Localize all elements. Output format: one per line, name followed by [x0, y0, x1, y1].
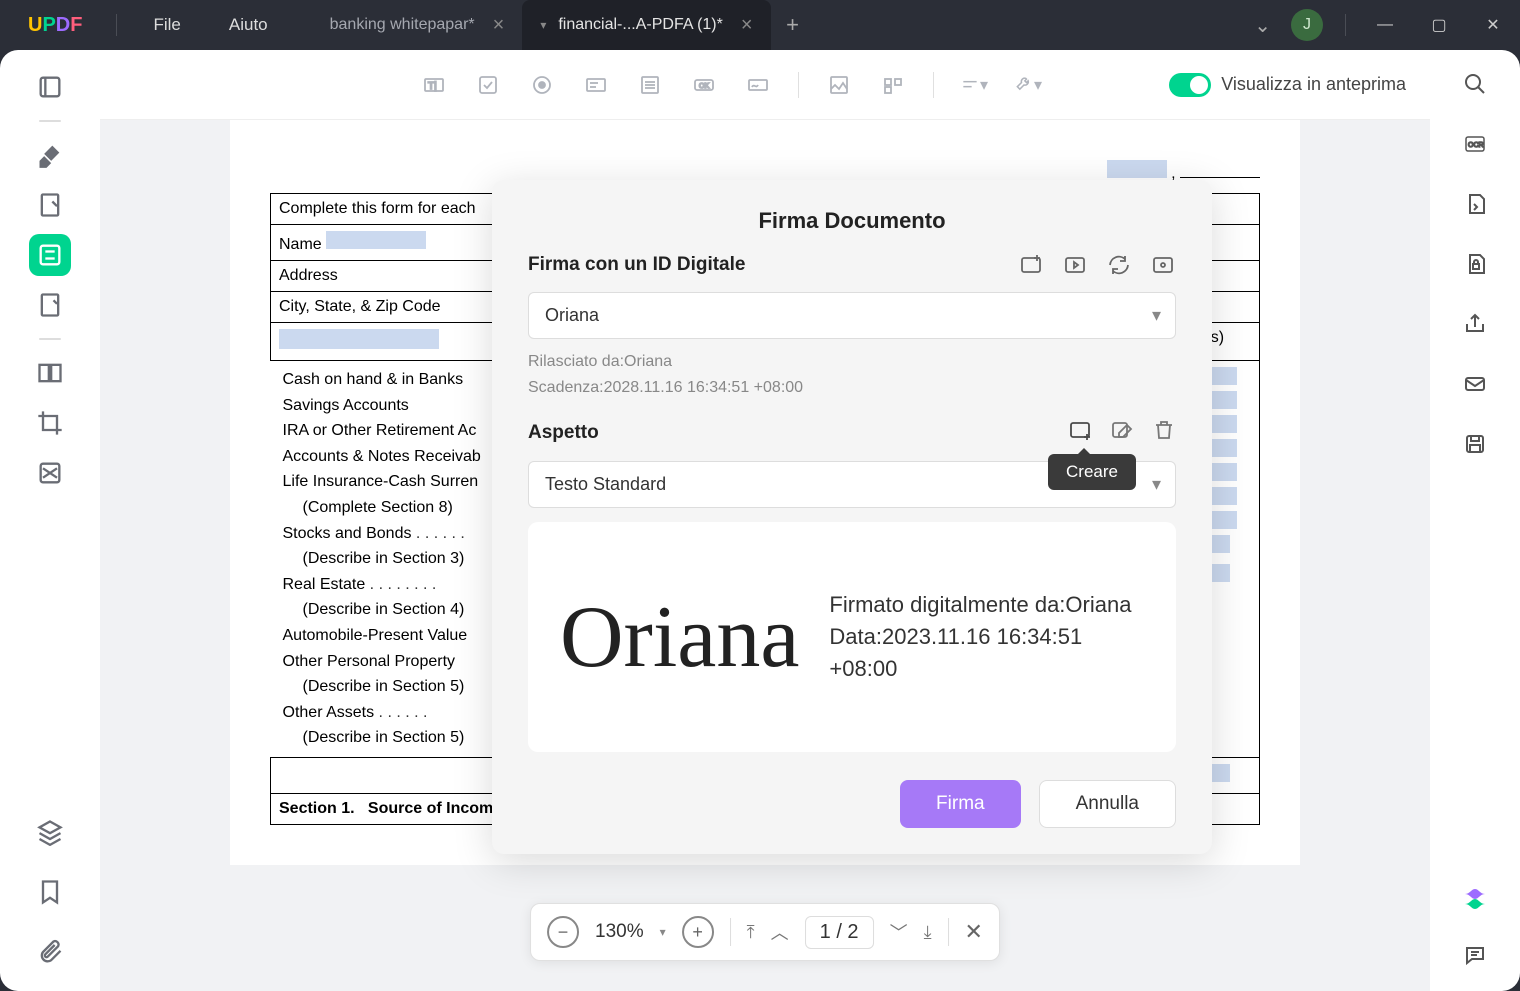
cancel-button[interactable]: Annulla: [1039, 780, 1176, 828]
button-field-icon[interactable]: OK: [690, 71, 718, 99]
signature-field-icon[interactable]: [744, 71, 772, 99]
align-icon[interactable]: ▾: [960, 71, 988, 99]
compare-icon[interactable]: [29, 352, 71, 394]
title-bar: UPDF File Aiuto banking whitepapar* × ▾ …: [0, 0, 1520, 50]
layers-icon[interactable]: [29, 811, 71, 853]
crop-icon[interactable]: [29, 402, 71, 444]
tab-bar: banking whitepapar* × ▾ financial-...A-P…: [312, 0, 815, 50]
svg-text:T|: T|: [428, 81, 437, 92]
prev-page-icon[interactable]: ︿: [771, 919, 789, 945]
edit-page-icon[interactable]: [29, 184, 71, 226]
divider: [948, 918, 949, 946]
user-avatar[interactable]: J: [1291, 9, 1323, 41]
chevron-down-icon[interactable]: ▾: [540, 18, 546, 32]
bookmark-icon[interactable]: [29, 871, 71, 913]
document-viewport: T| OK ▾ ▾ Visualizza in anteprima ,: [100, 50, 1430, 991]
id-metadata: Rilasciato da:Oriana Scadenza:2028.11.16…: [528, 349, 1176, 400]
dropdown-field-icon[interactable]: [582, 71, 610, 99]
sign-button[interactable]: Firma: [900, 780, 1021, 828]
barcode-icon[interactable]: [879, 71, 907, 99]
ai-assistant-icon[interactable]: [1457, 881, 1493, 917]
separator: [39, 120, 61, 122]
checkbox-icon[interactable]: [474, 71, 502, 99]
view-id-icon[interactable]: [1150, 252, 1176, 278]
redact-icon[interactable]: [29, 452, 71, 494]
form-toolbar: T| OK ▾ ▾ Visualizza in anteprima: [100, 50, 1430, 120]
attachment-icon[interactable]: [29, 931, 71, 973]
list-field-icon[interactable]: [636, 71, 664, 99]
separator: [116, 14, 117, 36]
protect-icon[interactable]: [1457, 246, 1493, 282]
create-appearance-icon[interactable]: Creare: [1068, 418, 1092, 447]
email-icon[interactable]: [1457, 366, 1493, 402]
menu-help[interactable]: Aiuto: [205, 15, 292, 35]
page-navigation-bar: − 130% ▾ + ⤒ ︿ 1 / 2 ﹀ ⤓ ✕: [530, 903, 1000, 961]
save-icon[interactable]: [1457, 426, 1493, 462]
share-icon[interactable]: [1457, 306, 1493, 342]
svg-text:OK: OK: [699, 83, 709, 90]
close-icon[interactable]: ×: [741, 14, 753, 37]
signature-name: Oriana: [560, 587, 799, 688]
convert-icon[interactable]: [1457, 186, 1493, 222]
add-tab-button[interactable]: +: [771, 0, 815, 50]
radio-icon[interactable]: [528, 71, 556, 99]
divider: [798, 72, 799, 98]
close-nav-icon[interactable]: ✕: [965, 919, 983, 945]
close-icon[interactable]: ×: [493, 14, 505, 37]
zoom-level[interactable]: 130%: [595, 921, 644, 943]
chevron-down-icon[interactable]: ⌄: [1254, 13, 1271, 38]
last-page-icon[interactable]: ⤓: [924, 922, 932, 943]
page-indicator[interactable]: 1 / 2: [805, 916, 874, 949]
preview-toggle[interactable]: [1169, 73, 1211, 97]
minimize-button[interactable]: —: [1358, 0, 1412, 50]
signature-dialog: Firma Documento Firma con un ID Digitale…: [492, 180, 1212, 854]
app-logo: UPDF: [0, 14, 104, 37]
tooltip-create: Creare: [1048, 454, 1136, 490]
tools-icon[interactable]: ▾: [1014, 71, 1042, 99]
delete-appearance-icon[interactable]: [1152, 418, 1176, 447]
import-id-icon[interactable]: [1062, 252, 1088, 278]
maximize-button[interactable]: ▢: [1412, 0, 1466, 50]
reader-icon[interactable]: [29, 66, 71, 108]
refresh-icon[interactable]: [1106, 252, 1132, 278]
aspect-label: Aspetto: [528, 422, 599, 444]
tab-banking[interactable]: banking whitepapar* ×: [312, 0, 523, 50]
digital-id-label: Firma con un ID Digitale: [528, 254, 745, 276]
left-sidebar: [0, 50, 100, 991]
organize-pages-icon[interactable]: [29, 284, 71, 326]
divider: [730, 918, 731, 946]
tab-label: financial-...A-PDFA (1)*: [558, 16, 723, 34]
ocr-icon[interactable]: OCR: [1457, 126, 1493, 162]
tab-label: banking whitepapar*: [330, 16, 475, 34]
add-id-icon[interactable]: [1018, 252, 1044, 278]
divider: [933, 72, 934, 98]
signature-preview: Oriana Firmato digitalmente da:Oriana Da…: [528, 522, 1176, 752]
comment-icon[interactable]: [1457, 937, 1493, 973]
signature-details: Firmato digitalmente da:Oriana Data:2023…: [829, 589, 1144, 685]
edit-appearance-icon[interactable]: [1110, 418, 1134, 447]
menu-file[interactable]: File: [129, 15, 204, 35]
first-page-icon[interactable]: ⤒: [747, 922, 755, 943]
next-page-icon[interactable]: ﹀: [890, 919, 908, 945]
right-sidebar: OCR: [1430, 50, 1520, 991]
separator: [39, 338, 61, 340]
preview-label: Visualizza in anteprima: [1221, 74, 1406, 95]
zoom-out-button[interactable]: −: [547, 916, 579, 948]
chevron-down-icon[interactable]: ▾: [660, 925, 666, 939]
digital-id-select[interactable]: Oriana: [528, 292, 1176, 339]
svg-text:OCR: OCR: [1468, 142, 1484, 149]
form-mode-icon[interactable]: [29, 234, 71, 276]
text-field-icon[interactable]: T|: [420, 71, 448, 99]
tab-financial[interactable]: ▾ financial-...A-PDFA (1)* ×: [522, 0, 770, 50]
image-field-icon[interactable]: [825, 71, 853, 99]
zoom-in-button[interactable]: +: [682, 916, 714, 948]
search-icon[interactable]: [1457, 66, 1493, 102]
dialog-title: Firma Documento: [492, 180, 1212, 252]
window-controls: ⌄ J — ▢ ✕: [1254, 0, 1520, 50]
highlighter-icon[interactable]: [29, 134, 71, 176]
close-button[interactable]: ✕: [1466, 0, 1520, 50]
separator: [1345, 14, 1346, 36]
